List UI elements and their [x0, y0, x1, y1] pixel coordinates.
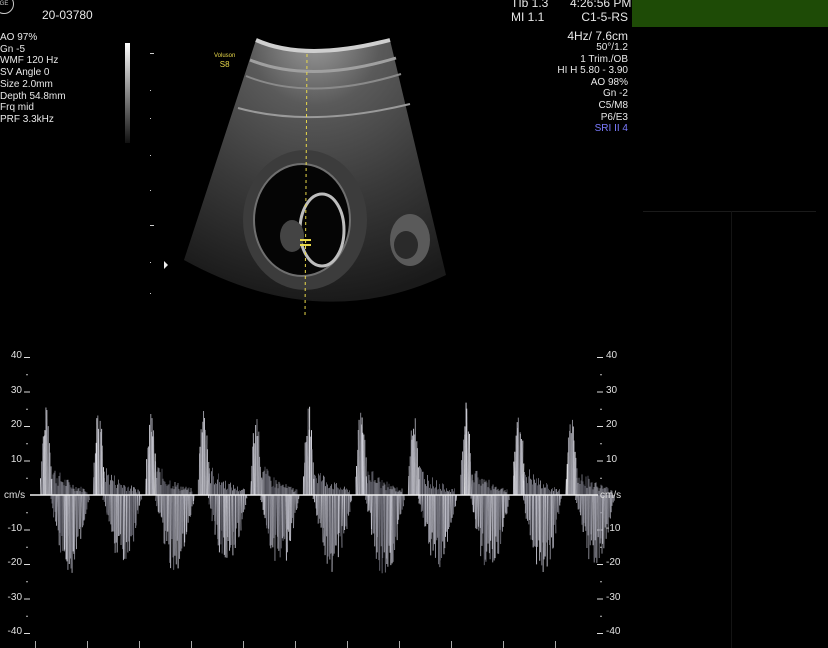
- right-tick-label: 40: [606, 350, 618, 361]
- left-tick: [24, 598, 30, 600]
- right-tick: [597, 633, 603, 634]
- minor-tick: [600, 443, 602, 445]
- unit-label-right: cm/s: [600, 490, 622, 501]
- minor-tick: [600, 581, 602, 583]
- time-tick: [295, 641, 296, 648]
- left-tick-label: 40: [10, 350, 22, 361]
- left-tick: [24, 529, 30, 531]
- left-tick-label: -20: [7, 557, 22, 568]
- right-tick: [597, 426, 603, 427]
- minor-tick: [26, 546, 28, 548]
- doppler-spectrum: [39, 402, 615, 574]
- minor-tick: [600, 615, 602, 617]
- right-tick: [597, 460, 603, 462]
- right-tick: [597, 564, 603, 565]
- right-tick-label: -40: [606, 626, 621, 637]
- depth-ticks: [150, 53, 154, 294]
- left-tick: [24, 357, 30, 358]
- time-tick: [87, 641, 88, 648]
- right-tick-label: -10: [606, 522, 621, 534]
- left-tick-label: 20: [10, 419, 22, 430]
- left-tick: [24, 633, 30, 634]
- minor-tick: [600, 374, 602, 376]
- left-tick-label: 30: [10, 384, 22, 396]
- minor-tick: [26, 512, 28, 514]
- left-tick-label: -40: [7, 626, 22, 637]
- left-tick: [24, 426, 30, 427]
- left-tick: [24, 391, 30, 393]
- left-tick-label: -30: [7, 591, 22, 603]
- time-tick: [191, 641, 192, 648]
- time-tick: [555, 641, 556, 648]
- left-tick: [24, 564, 30, 565]
- focus-marker: [164, 261, 168, 269]
- right-tick: [597, 357, 603, 358]
- right-tick-label: 10: [606, 453, 618, 465]
- unit-label-left: cm/s: [4, 490, 26, 501]
- time-tick: [243, 641, 244, 648]
- time-tick: [399, 641, 400, 648]
- time-tick: [139, 641, 140, 648]
- time-tick: [451, 641, 452, 648]
- time-tick: [503, 641, 504, 648]
- minor-tick: [26, 374, 28, 376]
- minor-tick: [26, 477, 28, 479]
- time-tick: [347, 641, 348, 648]
- ultrasound-canvas: [24, 38, 615, 648]
- left-tick-label: -10: [7, 522, 22, 534]
- minor-tick: [26, 408, 28, 410]
- left-tick: [24, 460, 30, 462]
- minor-tick: [26, 443, 28, 445]
- minor-tick: [600, 477, 602, 479]
- right-tick-label: 20: [606, 419, 618, 430]
- minor-tick: [26, 615, 28, 617]
- right-tick: [597, 598, 603, 600]
- time-tick: [35, 641, 36, 648]
- right-tick-label: 30: [606, 384, 618, 396]
- right-tick-label: -30: [606, 591, 621, 603]
- minor-tick: [600, 408, 602, 410]
- right-tick-label: -20: [606, 557, 621, 568]
- right-tick: [597, 391, 603, 393]
- minor-tick: [26, 581, 28, 583]
- grayscale-bar: [125, 43, 130, 143]
- left-tick-label: 10: [10, 453, 22, 465]
